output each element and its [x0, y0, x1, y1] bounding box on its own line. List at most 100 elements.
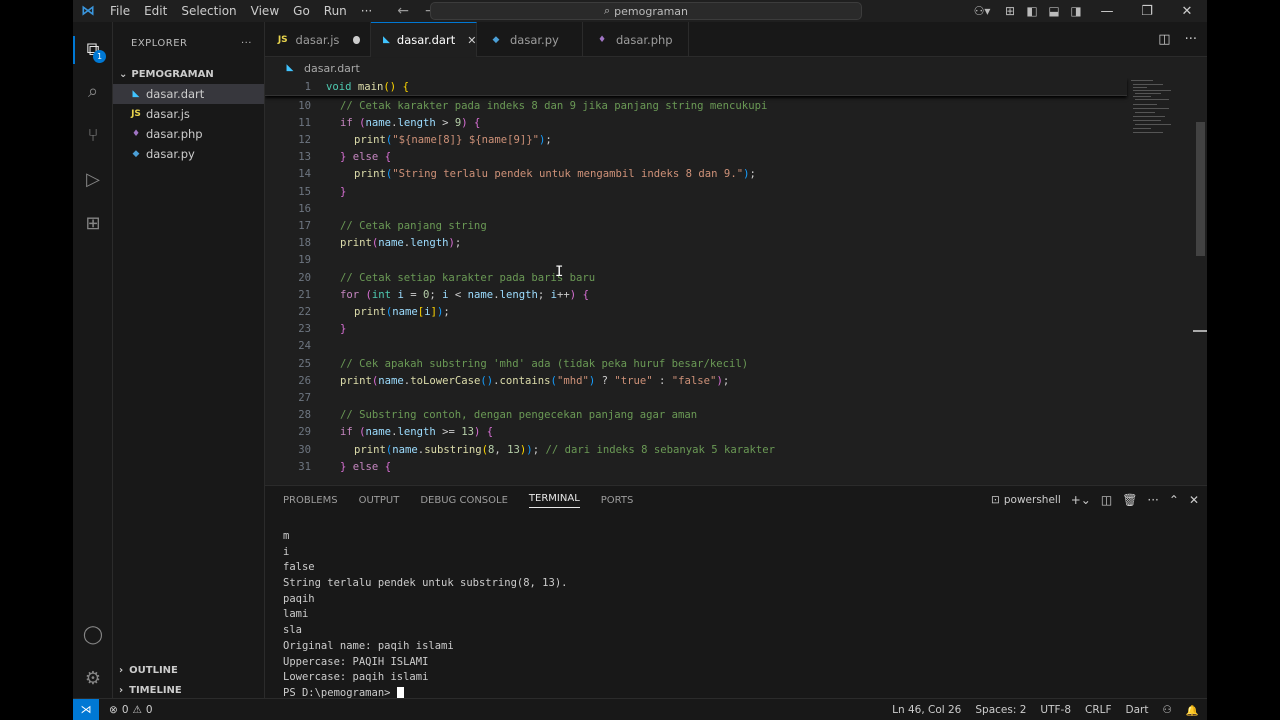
line-number: 30: [298, 443, 311, 456]
explorer-sidebar: EXPLORER ··· ⌄ PEMOGRAMAN ◣ dasar.dart J…: [113, 22, 265, 698]
menu-selection[interactable]: Selection: [174, 0, 243, 22]
code-line: void main() {: [326, 80, 409, 93]
file-item-dasar-dart[interactable]: ◣ dasar.dart: [113, 84, 264, 104]
js-file-icon: JS: [277, 34, 288, 45]
menu-edit[interactable]: Edit: [137, 0, 174, 22]
file-item-dasar-py[interactable]: ◆ dasar.py: [113, 144, 264, 164]
title-bar: ⋈ File Edit Selection View Go Run ··· ← …: [73, 0, 1207, 22]
line-ending[interactable]: CRLF: [1085, 704, 1112, 716]
settings-gear-icon[interactable]: ⚙: [81, 667, 105, 691]
close-icon[interactable]: ✕: [1167, 4, 1207, 19]
command-center-search[interactable]: ⌕ pemograman: [430, 2, 862, 20]
close-tab-icon[interactable]: ✕: [467, 34, 476, 47]
toggle-panel-icon[interactable]: ⬓: [1043, 4, 1065, 18]
language-mode[interactable]: Dart: [1126, 704, 1149, 716]
timeline-section[interactable]: › TIMELINE: [113, 680, 265, 700]
terminal-output[interactable]: m i false String terlalu pendek untuk su…: [283, 530, 567, 703]
code-line: // Cek apakah substring 'mhd' ada (tidak…: [340, 357, 749, 370]
file-label: dasar.py: [146, 147, 195, 161]
restore-icon[interactable]: ❐: [1127, 4, 1167, 19]
more-actions-icon[interactable]: ···: [1185, 32, 1197, 47]
error-count: 0: [121, 703, 129, 716]
outline-label: OUTLINE: [129, 664, 178, 676]
run-debug-icon[interactable]: ▷: [81, 168, 105, 192]
unsaved-dot-icon[interactable]: [353, 35, 360, 44]
tab-dasar-php[interactable]: ♦ dasar.php: [583, 22, 689, 57]
customize-layout-icon[interactable]: ⊞: [999, 4, 1021, 18]
code-line: print(name[i]);: [354, 305, 450, 318]
notifications-bell-icon[interactable]: 🔔: [1186, 704, 1199, 717]
menu-view[interactable]: View: [244, 0, 286, 22]
code-line: print("String terlalu pendek untuk menga…: [354, 168, 756, 181]
bottom-panel: PROBLEMS OUTPUT DEBUG CONSOLE TERMINAL P…: [265, 485, 1207, 699]
line-number: 1: [304, 80, 311, 93]
remote-indicator-icon[interactable]: ⋊: [73, 698, 99, 720]
line-number: 25: [298, 357, 311, 370]
line-number: 24: [298, 340, 311, 353]
toggle-sidebar-icon[interactable]: ◧: [1021, 4, 1043, 18]
sticky-scroll-header[interactable]: 1 void main() {: [265, 78, 1127, 96]
code-editor[interactable]: 1 void main() { 10 // Cetak karakter pada…: [265, 78, 1207, 484]
tab-dasar-dart[interactable]: ◣ dasar.dart ✕: [371, 22, 477, 57]
tab-label: dasar.py: [510, 32, 559, 47]
trash-icon[interactable]: 🗑: [1122, 493, 1137, 507]
toggle-secondary-sidebar-icon[interactable]: ◨: [1065, 4, 1087, 18]
new-terminal-icon[interactable]: +⌄: [1071, 493, 1091, 507]
back-arrow-icon[interactable]: ←: [397, 3, 409, 19]
breadcrumb-file[interactable]: dasar.dart: [304, 62, 360, 75]
tab-dasar-js[interactable]: JS dasar.js: [265, 22, 371, 57]
menu-file[interactable]: File: [103, 0, 137, 22]
copilot-status-icon[interactable]: ⚇: [1163, 704, 1172, 716]
more-actions-icon[interactable]: ···: [1147, 493, 1158, 507]
encoding[interactable]: UTF-8: [1040, 704, 1071, 716]
line-number: 19: [298, 254, 311, 267]
maximize-panel-icon[interactable]: ⌃: [1169, 493, 1179, 507]
extensions-icon[interactable]: ⊞: [81, 212, 105, 236]
tab-label: dasar.php: [616, 32, 673, 47]
close-panel-icon[interactable]: ✕: [1189, 493, 1199, 507]
editor-scrollbar[interactable]: [1193, 78, 1207, 484]
tab-ports[interactable]: PORTS: [601, 495, 634, 506]
file-item-dasar-js[interactable]: JS dasar.js: [113, 104, 264, 124]
copilot-icon[interactable]: ⚇▾: [965, 4, 999, 18]
line-number: 15: [298, 185, 311, 198]
search-icon[interactable]: ⌕: [81, 80, 105, 104]
tab-output[interactable]: OUTPUT: [359, 495, 400, 506]
folder-pemograman[interactable]: ⌄ PEMOGRAMAN: [113, 64, 264, 84]
menu-more[interactable]: ···: [354, 0, 379, 22]
scrollbar-thumb[interactable]: [1196, 122, 1205, 256]
code-line: print(name.length);: [340, 237, 462, 250]
tab-dasar-py[interactable]: ◆ dasar.py: [477, 22, 583, 57]
tab-problems[interactable]: PROBLEMS: [283, 495, 338, 506]
split-editor-icon[interactable]: ◫: [1158, 32, 1170, 47]
tab-label: dasar.js: [295, 32, 340, 47]
terminal-line: Uppercase: PAQIH ISLAMI: [283, 655, 429, 668]
menu-run[interactable]: Run: [317, 0, 354, 22]
line-number: 17: [298, 219, 311, 232]
split-terminal-icon[interactable]: ◫: [1101, 493, 1112, 507]
tab-terminal[interactable]: TERMINAL: [528, 493, 580, 508]
minimize-icon[interactable]: —: [1087, 4, 1127, 19]
cursor-position[interactable]: Ln 46, Col 26: [892, 704, 961, 716]
active-indicator: [73, 36, 75, 64]
tab-debug-console[interactable]: DEBUG CONSOLE: [420, 495, 508, 506]
breadcrumb[interactable]: ◣ dasar.dart: [265, 58, 1207, 78]
minimap[interactable]: [1127, 78, 1193, 484]
explorer-more-icon[interactable]: ···: [241, 38, 252, 49]
indentation[interactable]: Spaces: 2: [975, 704, 1026, 716]
problems-status[interactable]: ⊗ 0 ⚠ 0: [109, 704, 153, 716]
line-number: 29: [298, 426, 311, 439]
account-icon[interactable]: ◯: [81, 623, 105, 647]
terminal-selector[interactable]: ⊡ powershell: [991, 494, 1061, 506]
menu-go[interactable]: Go: [286, 0, 317, 22]
code-line: } else {: [340, 460, 392, 473]
line-number: 23: [298, 323, 311, 336]
outline-section[interactable]: › OUTLINE: [113, 660, 265, 680]
file-item-dasar-php[interactable]: ♦ dasar.php: [113, 124, 264, 144]
line-number: 18: [298, 237, 311, 250]
code-line: print("${name[8]} ${name[9]}");: [354, 133, 552, 146]
terminal-line: m: [283, 530, 290, 542]
source-control-icon[interactable]: ⑂: [81, 124, 105, 148]
code-line: print(name.toLowerCase().contains("mhd")…: [340, 374, 730, 387]
dart-file-icon: ◣: [132, 89, 140, 99]
